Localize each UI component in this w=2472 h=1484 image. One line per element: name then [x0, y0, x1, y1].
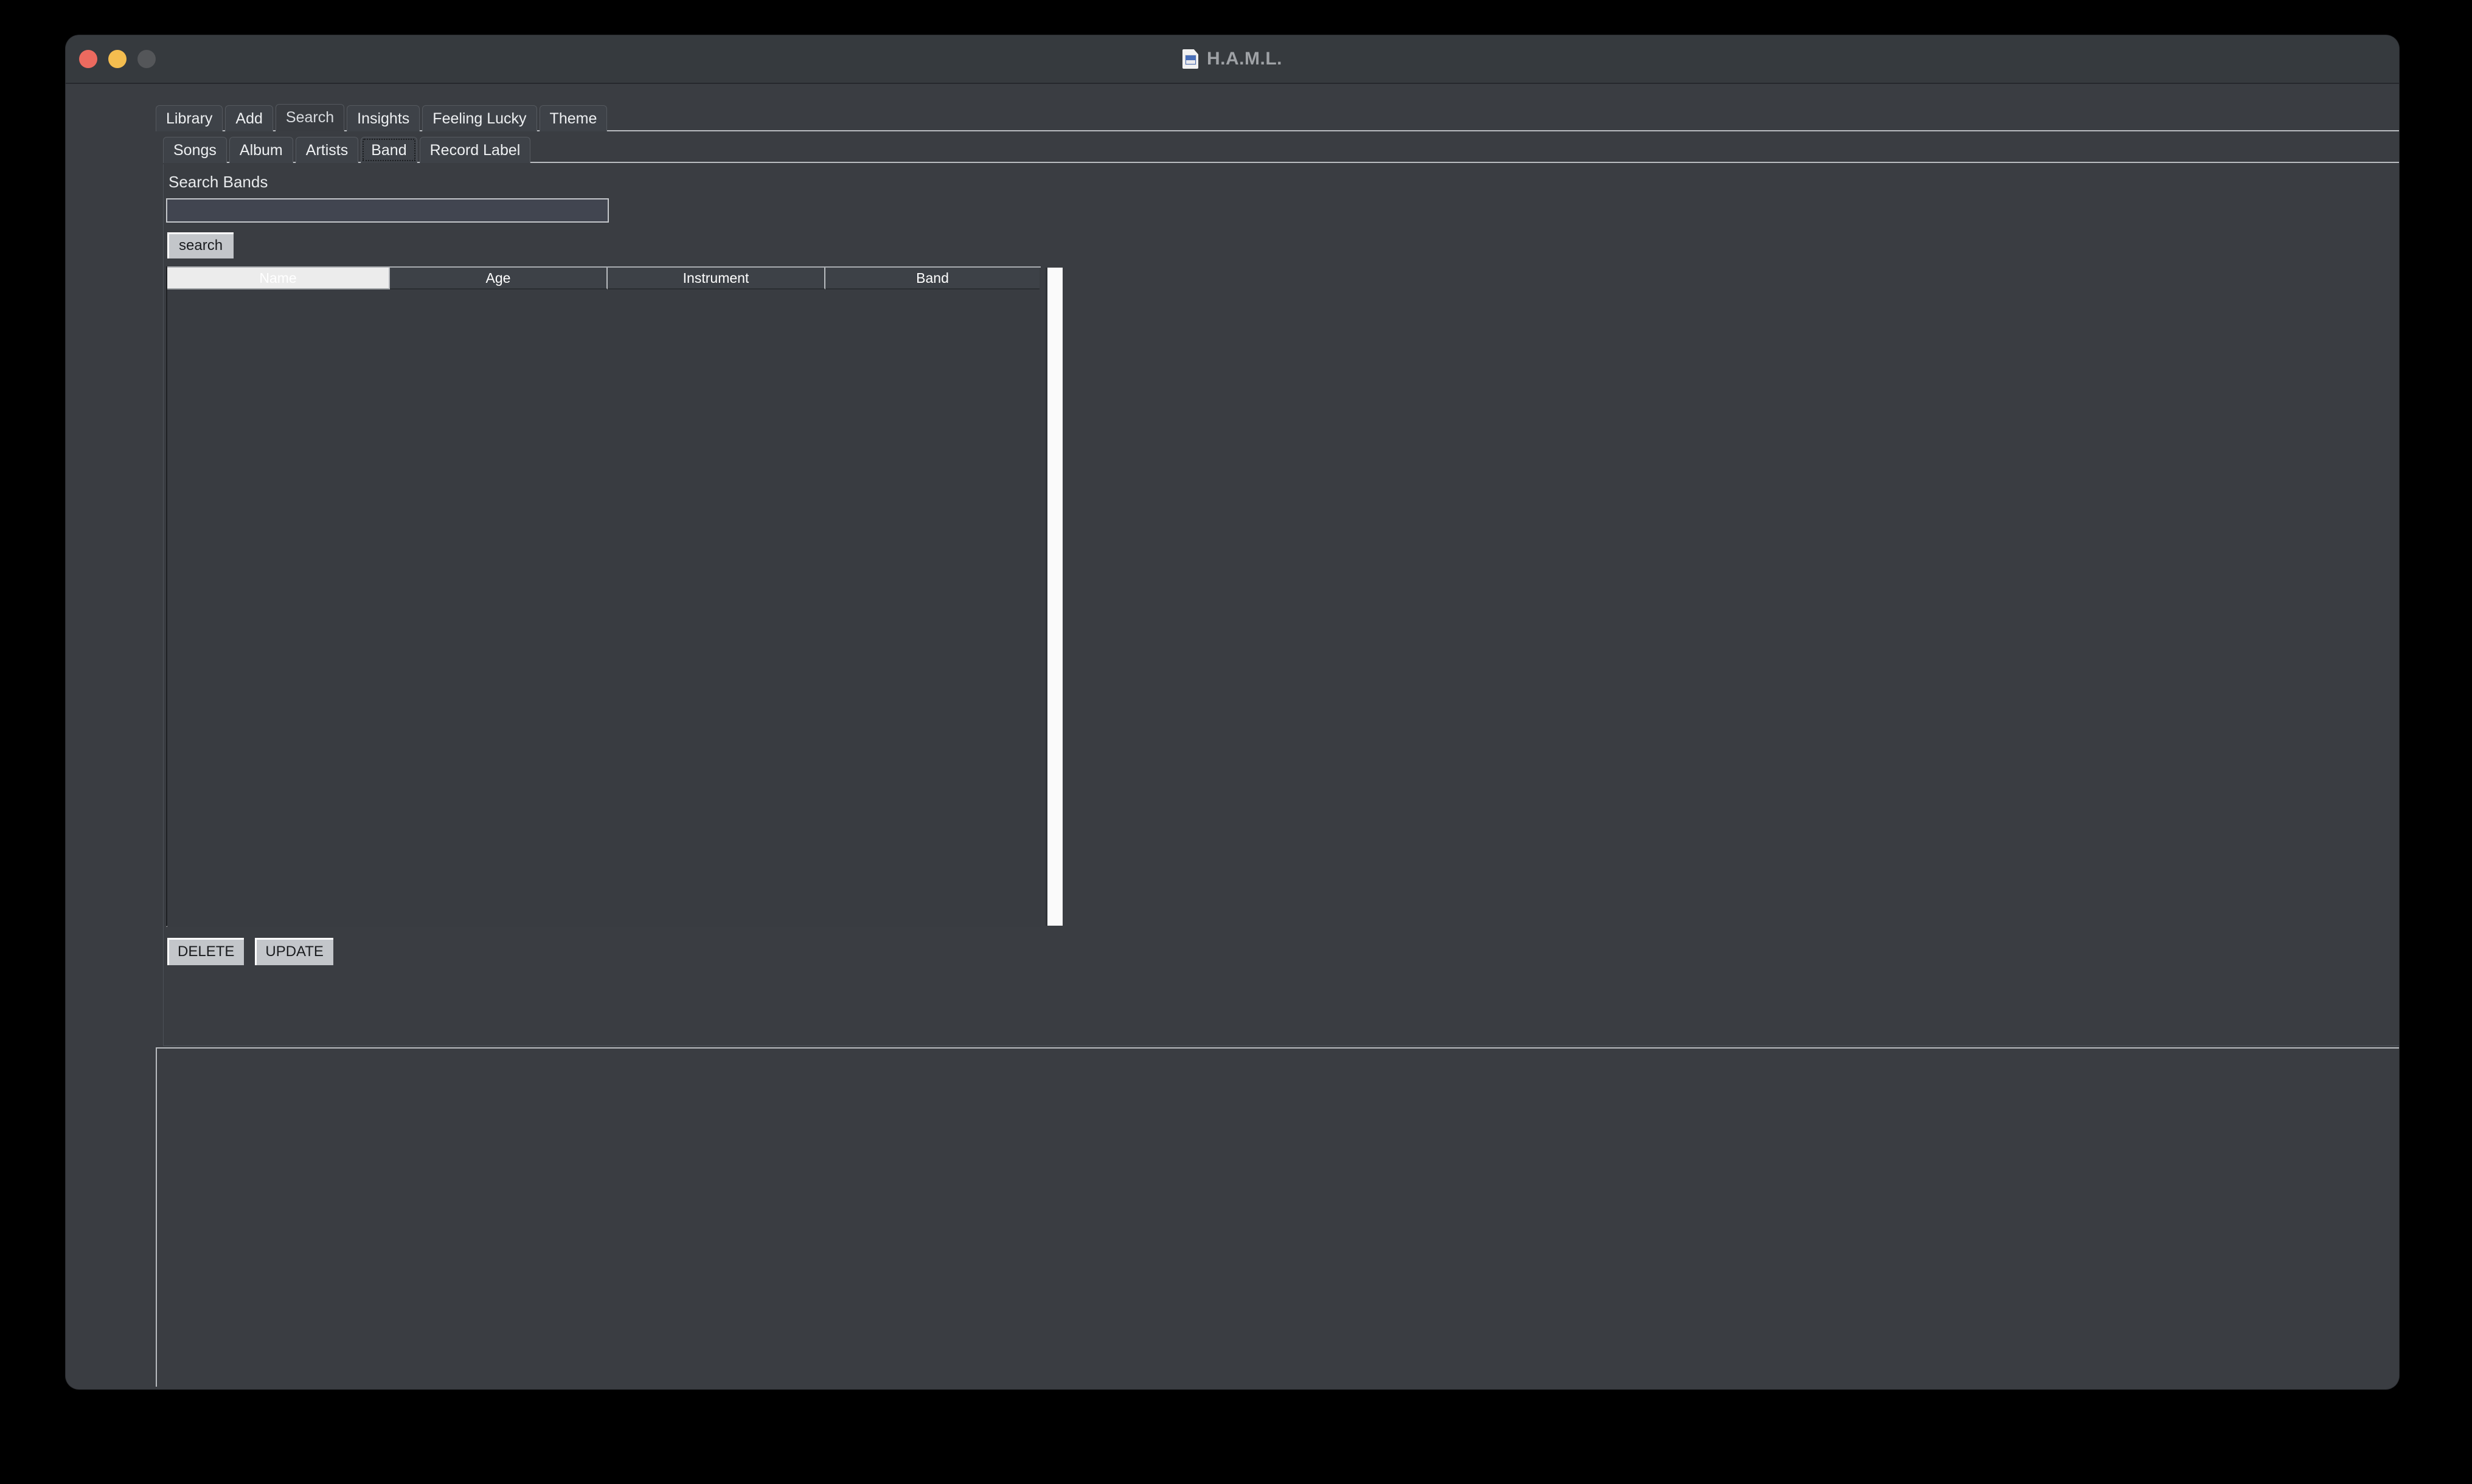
tab-add[interactable]: Add	[225, 105, 273, 131]
search-input[interactable]	[166, 198, 609, 223]
delete-button[interactable]: DELETE	[167, 938, 245, 965]
update-button[interactable]: UPDATE	[255, 938, 333, 965]
lower-empty-area	[156, 1047, 2399, 1387]
search-bands-label: Search Bands	[168, 173, 268, 191]
window-controls	[79, 50, 156, 68]
application-window: H.A.M.L. Library Add Search Insights Fee…	[66, 35, 2399, 1389]
tab-feeling-lucky[interactable]: Feeling Lucky	[422, 105, 537, 131]
window-titlebar: H.A.M.L.	[66, 35, 2399, 84]
results-table-body[interactable]	[167, 290, 1041, 927]
window-title-group: H.A.M.L.	[66, 49, 2399, 69]
column-header-instrument[interactable]: Instrument	[608, 268, 825, 290]
window-title: H.A.M.L.	[1207, 49, 1282, 69]
vertical-scrollbar[interactable]	[1046, 268, 1063, 926]
search-content-panel: Search Bands search Name Age Instrument …	[163, 164, 2399, 1046]
desktop-background: H.A.M.L. Library Add Search Insights Fee…	[0, 0, 2472, 1484]
search-button[interactable]: search	[167, 232, 234, 258]
subtab-artists[interactable]: Artists	[295, 137, 359, 163]
subtab-band[interactable]: Band	[361, 137, 417, 163]
results-table-inner: Name Age Instrument Band	[166, 266, 1041, 927]
application-body: Library Add Search Insights Feeling Luck…	[66, 84, 2399, 1389]
tab-search[interactable]: Search	[275, 104, 345, 131]
sub-tab-bar: Songs Album Artists Band Record Label	[163, 131, 2399, 163]
main-tab-bar: Library Add Search Insights Feeling Luck…	[156, 99, 2399, 131]
results-table-header: Name Age Instrument Band	[167, 266, 1041, 290]
subtab-record-label[interactable]: Record Label	[419, 137, 531, 163]
subtab-album[interactable]: Album	[229, 137, 293, 163]
subtab-songs[interactable]: Songs	[163, 137, 227, 163]
tab-insights[interactable]: Insights	[347, 105, 420, 131]
document-icon	[1182, 49, 1198, 69]
record-action-buttons: DELETE UPDATE	[167, 938, 333, 965]
column-header-name[interactable]: Name	[167, 268, 390, 290]
results-table: Name Age Instrument Band	[166, 266, 1063, 927]
minimize-button[interactable]	[108, 50, 127, 68]
column-header-band[interactable]: Band	[825, 268, 1040, 290]
tab-library[interactable]: Library	[156, 105, 223, 131]
close-button[interactable]	[79, 50, 97, 68]
tab-theme[interactable]: Theme	[539, 105, 608, 131]
zoom-button[interactable]	[137, 50, 156, 68]
column-header-age[interactable]: Age	[390, 268, 608, 290]
